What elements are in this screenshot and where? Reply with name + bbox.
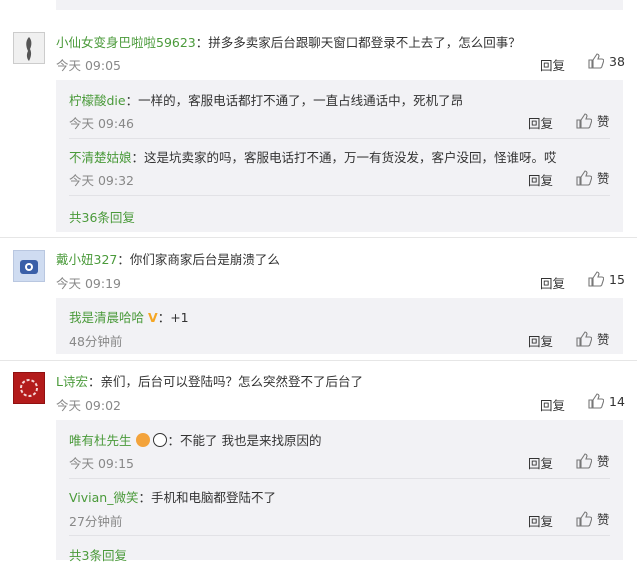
timestamp: 今天 09:15: [69, 456, 134, 471]
reply-button[interactable]: 回复: [540, 55, 565, 74]
more-replies-link[interactable]: 共36条回复: [69, 207, 135, 226]
divider: [69, 535, 610, 536]
thumbs-up-icon: [588, 271, 604, 287]
avatar-image-icon: [14, 373, 44, 403]
comment-body: ：亲们，后台可以登陆吗？怎么突然登不了后台了: [87, 374, 363, 389]
comment-body: ：你们家商家后台是崩溃了么: [117, 252, 280, 267]
like-label: 赞: [597, 171, 610, 186]
reply-text: 不清楚姑娘：这是坑卖家的吗，客服电话打不通，万一有货没发，客户没回，怪谁呀。哎: [69, 147, 557, 166]
thumbs-up-icon: [588, 53, 604, 69]
timestamp: 今天 09:46: [69, 116, 134, 131]
avatar-image-icon: [14, 33, 44, 63]
divider: [69, 195, 610, 196]
like-button[interactable]: 38: [588, 53, 625, 69]
username-link[interactable]: 柠檬酸die: [69, 93, 126, 108]
thumbs-up-icon: [588, 393, 604, 409]
reply-button[interactable]: 回复: [528, 453, 553, 472]
like-button[interactable]: 赞: [576, 111, 610, 130]
avatar[interactable]: [13, 32, 45, 64]
username-link[interactable]: Vivian_微笑: [69, 490, 138, 505]
panda-emoji-icon: [153, 433, 168, 447]
reply-box: 我是清晨哈哈 V：+1 48分钟前 回复 赞: [56, 298, 623, 354]
divider: [69, 138, 610, 139]
reply-text: 柠檬酸die：一样的，客服电话都打不通了，一直占线通话中，死机了昂: [69, 90, 463, 109]
reply-body: ：这是坑卖家的吗，客服电话打不通，万一有货没发，客户没回，怪谁呀。哎: [131, 150, 557, 165]
like-label: 赞: [597, 454, 610, 469]
like-count: 14: [609, 393, 625, 409]
reply-body: ：+1: [157, 310, 189, 325]
divider: [69, 478, 610, 479]
comment-text: 小仙女变身巴啦啦59623：拼多多卖家后台跟聊天窗口都登录不上去了，怎么回事？: [56, 32, 521, 51]
username-link[interactable]: 我是清晨哈哈: [69, 310, 144, 325]
reply-box: 柠檬酸die：一样的，客服电话都打不通了，一直占线通话中，死机了昂 今天 09:…: [56, 80, 623, 232]
comment-text: L诗宏：亲们，后台可以登陆吗？怎么突然登不了后台了: [56, 371, 363, 390]
thumbs-up-icon: [576, 169, 592, 186]
thumbs-up-icon: [576, 510, 592, 527]
username-link[interactable]: L诗宏: [56, 374, 88, 389]
reply-body: ：不能了 我也是来找原因的: [167, 433, 322, 448]
reply-text: 我是清晨哈哈 V：+1: [69, 307, 189, 326]
vip-v-icon: V: [148, 310, 158, 325]
like-button[interactable]: 15: [588, 271, 625, 287]
like-button[interactable]: 赞: [576, 451, 610, 470]
like-count: 38: [609, 53, 625, 69]
like-label: 赞: [597, 512, 610, 527]
avatar[interactable]: [13, 372, 45, 404]
reply-button[interactable]: 回复: [528, 113, 553, 132]
reply-button[interactable]: 回复: [528, 170, 553, 189]
comment-body: ：拼多多卖家后台跟聊天窗口都登录不上去了，怎么回事？: [195, 35, 521, 50]
more-replies-link[interactable]: 共3条回复: [69, 545, 127, 564]
thumbs-up-icon: [576, 330, 592, 347]
reply-body: ：一样的，客服电话都打不通了，一直占线通话中，死机了昂: [125, 93, 464, 108]
comment-divider: [0, 237, 637, 238]
timestamp: 今天 09:19: [56, 276, 121, 291]
username-link[interactable]: 小仙女变身巴啦啦59623: [56, 35, 196, 50]
reply-text: 唯有杜先生 ：不能了 我也是来找原因的: [69, 430, 321, 449]
like-button[interactable]: 赞: [576, 168, 610, 187]
like-button[interactable]: 赞: [576, 329, 610, 348]
reply-button[interactable]: 回复: [540, 273, 565, 292]
timestamp: 今天 09:05: [56, 58, 121, 73]
timestamp: 今天 09:02: [56, 398, 121, 413]
username-link[interactable]: 戴小妞327: [56, 252, 117, 267]
like-label: 赞: [597, 114, 610, 129]
reply-body: ：手机和电脑都登陆不了: [138, 490, 276, 505]
like-label: 赞: [597, 332, 610, 347]
like-count: 15: [609, 271, 625, 287]
like-button[interactable]: 赞: [576, 509, 610, 528]
comment-text: 戴小妞327：你们家商家后台是崩溃了么: [56, 249, 280, 268]
username-link[interactable]: 不清楚姑娘: [69, 150, 132, 165]
previous-reply-box-edge: [56, 0, 623, 10]
comment-divider: [0, 360, 637, 361]
avatar-image-icon: [14, 251, 44, 281]
reply-text: Vivian_微笑：手机和电脑都登陆不了: [69, 487, 276, 506]
reply-button[interactable]: 回复: [528, 511, 553, 530]
avatar[interactable]: [13, 250, 45, 282]
reply-button[interactable]: 回复: [540, 395, 565, 414]
timestamp: 27分钟前: [69, 514, 123, 529]
thumbs-up-icon: [576, 452, 592, 469]
username-link[interactable]: 唯有杜先生: [69, 433, 132, 448]
timestamp: 今天 09:32: [69, 173, 134, 188]
timestamp: 48分钟前: [69, 334, 123, 349]
reply-box: 唯有杜先生 ：不能了 我也是来找原因的 今天 09:15 回复 赞 Vivian…: [56, 420, 623, 563]
reply-button[interactable]: 回复: [528, 331, 553, 350]
thumbs-up-icon: [576, 112, 592, 129]
emoji-icon: [135, 433, 150, 447]
like-button[interactable]: 14: [588, 393, 625, 409]
